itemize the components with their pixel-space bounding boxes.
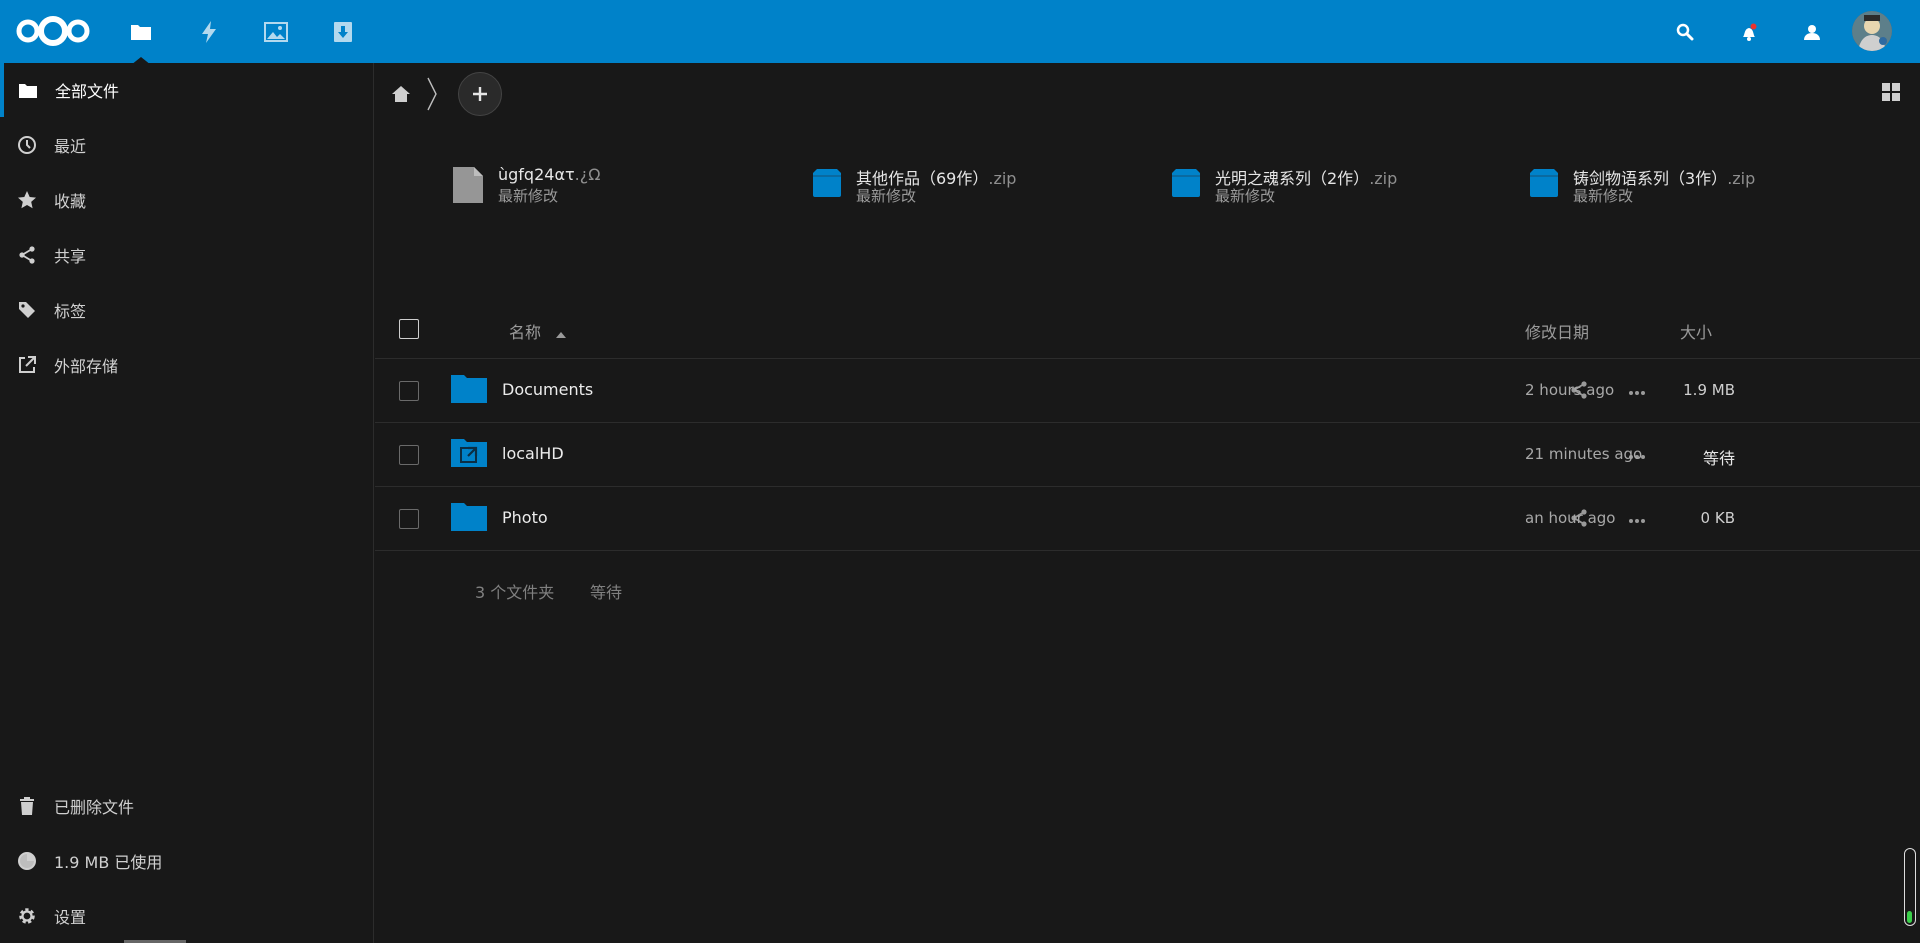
grid-view-toggle-icon[interactable] bbox=[1882, 83, 1900, 105]
file-size: 1.9 MB bbox=[1683, 381, 1735, 399]
recent-file-card[interactable]: 光明之魂系列（2作）.zip 最新修改 bbox=[1170, 163, 1510, 213]
downloads-app-icon[interactable] bbox=[321, 10, 365, 54]
summary-total-size: 等待 bbox=[590, 583, 623, 602]
recent-file-status: 最新修改 bbox=[1215, 187, 1276, 205]
top-header bbox=[0, 0, 1920, 65]
table-row[interactable]: Photo 0 KB an hour ago bbox=[375, 487, 1920, 551]
file-icon bbox=[453, 167, 483, 207]
file-name[interactable]: Documents bbox=[502, 380, 593, 399]
recent-file-status: 最新修改 bbox=[1573, 187, 1634, 205]
search-icon[interactable] bbox=[1663, 10, 1707, 54]
sidebar-quota: 1.9 MB 已使用 bbox=[0, 834, 374, 888]
breadcrumb-home-icon[interactable] bbox=[391, 85, 411, 107]
more-actions-icon[interactable] bbox=[1628, 509, 1646, 528]
folder-icon bbox=[451, 373, 487, 407]
gallery-app-icon[interactable] bbox=[254, 10, 298, 54]
files-content: ùgfq24ατ.¿Ω 最新修改 其他作品（69作）.zip 最新修改 光明之魂… bbox=[375, 63, 1920, 943]
contacts-icon[interactable] bbox=[1790, 10, 1834, 54]
sidebar-item-label: 标签 bbox=[54, 302, 87, 321]
tag-icon bbox=[17, 300, 37, 320]
folder-icon bbox=[18, 80, 38, 100]
row-checkbox[interactable] bbox=[399, 509, 419, 529]
recent-file-card[interactable]: 其他作品（69作）.zip 最新修改 bbox=[811, 163, 1151, 213]
share-icon bbox=[17, 245, 37, 265]
recent-file-status: 最新修改 bbox=[498, 187, 559, 205]
gear-icon bbox=[17, 906, 37, 926]
clock-icon bbox=[17, 135, 37, 155]
select-all-checkbox[interactable] bbox=[399, 319, 419, 339]
sidebar-item-label: 外部存储 bbox=[54, 357, 119, 376]
row-checkbox[interactable] bbox=[399, 381, 419, 401]
sidebar-item-label: 已删除文件 bbox=[54, 798, 135, 817]
sidebar-item-label: 设置 bbox=[54, 908, 87, 927]
nextcloud-logo-icon[interactable] bbox=[14, 14, 92, 52]
trash-icon bbox=[17, 796, 37, 816]
file-name[interactable]: Photo bbox=[502, 508, 548, 527]
file-name[interactable]: localHD bbox=[502, 444, 564, 463]
row-checkbox[interactable] bbox=[399, 445, 419, 465]
breadcrumb-separator-icon bbox=[426, 77, 438, 115]
activity-app-icon[interactable] bbox=[187, 10, 231, 54]
more-actions-icon[interactable] bbox=[1628, 381, 1646, 400]
files-app-icon[interactable] bbox=[119, 10, 163, 54]
sidebar-item-external-storage[interactable]: 外部存储 bbox=[0, 338, 374, 392]
new-button[interactable] bbox=[458, 72, 502, 116]
external-link-icon bbox=[17, 355, 37, 375]
column-name-header[interactable]: 名称 bbox=[509, 319, 567, 343]
sort-asc-icon bbox=[556, 332, 567, 338]
recent-file-card[interactable]: 铸剑物语系列（3作）.zip 最新修改 bbox=[1528, 163, 1868, 213]
sidebar-item-settings[interactable]: 设置 bbox=[0, 889, 374, 943]
quota-label: 1.9 MB 已使用 bbox=[54, 853, 163, 872]
sidebar-item-label: 全部文件 bbox=[55, 82, 120, 101]
file-modified: 21 minutes ago bbox=[1525, 445, 1643, 463]
file-modified: an hour ago bbox=[1525, 509, 1616, 527]
file-modified: 2 hours ago bbox=[1525, 381, 1615, 399]
recent-file-status: 最新修改 bbox=[856, 187, 917, 205]
zip-icon bbox=[811, 167, 843, 203]
summary-folder-count: 3 个文件夹 bbox=[475, 583, 555, 602]
scrollbar-thumb[interactable] bbox=[1907, 911, 1912, 923]
column-size-header[interactable]: 大小 bbox=[1680, 319, 1712, 343]
external-folder-icon bbox=[451, 437, 487, 471]
app-navigation: 全部文件 最近 收藏 共享 标签 外部存储 已删除文件 1.9 MB 已使用 设… bbox=[0, 63, 374, 943]
sidebar-item-recent[interactable]: 最近 bbox=[0, 118, 374, 172]
star-icon bbox=[17, 190, 37, 210]
user-avatar[interactable] bbox=[1852, 11, 1892, 51]
pie-chart-icon bbox=[17, 851, 37, 871]
notifications-icon[interactable] bbox=[1727, 10, 1771, 54]
file-list-header: 名称 大小 修改日期 bbox=[375, 299, 1920, 359]
sidebar-item-label: 收藏 bbox=[54, 192, 87, 211]
plus-icon bbox=[473, 87, 487, 101]
folder-icon bbox=[451, 501, 487, 535]
sidebar-item-label: 最近 bbox=[54, 137, 87, 156]
file-size: 等待 bbox=[1702, 449, 1735, 468]
zip-icon bbox=[1170, 167, 1202, 203]
file-size: 0 KB bbox=[1700, 509, 1735, 527]
table-row[interactable]: Documents 1.9 MB 2 hours ago bbox=[375, 359, 1920, 423]
sidebar-item-all-files[interactable]: 全部文件 bbox=[0, 63, 374, 117]
recent-file-card[interactable]: ùgfq24ατ.¿Ω 最新修改 bbox=[453, 163, 793, 213]
table-row[interactable]: localHD 等待 21 minutes ago bbox=[375, 423, 1920, 487]
sidebar-item-favorites[interactable]: 收藏 bbox=[0, 173, 374, 227]
sidebar-item-shares[interactable]: 共享 bbox=[0, 228, 374, 282]
recent-file-name: ùgfq24ατ.¿Ω bbox=[498, 165, 601, 184]
sidebar-item-tags[interactable]: 标签 bbox=[0, 283, 374, 337]
column-modified-header[interactable]: 修改日期 bbox=[1525, 319, 1589, 343]
sidebar-item-label: 共享 bbox=[54, 247, 87, 266]
scrollbar[interactable] bbox=[1904, 848, 1916, 926]
zip-icon bbox=[1528, 167, 1560, 203]
sidebar-item-deleted-files[interactable]: 已删除文件 bbox=[0, 779, 374, 833]
